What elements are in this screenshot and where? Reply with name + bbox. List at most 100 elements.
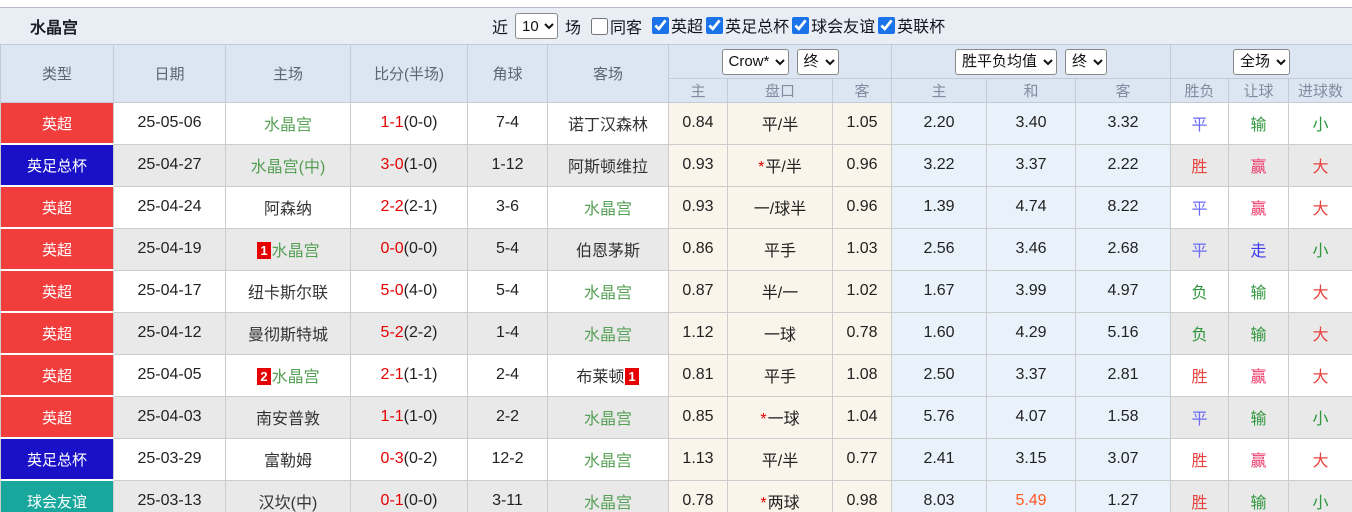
mean-home-cell: 1.39: [891, 185, 988, 229]
team-name: 水晶宫: [583, 201, 632, 218]
home-team-cell: 富勒姆: [225, 437, 351, 481]
team-name: 南安普敦: [255, 411, 320, 428]
mean-draw-cell: 3.37: [986, 143, 1077, 187]
competition-label: 英联杯: [897, 19, 946, 37]
home-team-cell: 2 水晶宫: [225, 353, 351, 397]
corners-cell: 5-4: [467, 269, 548, 313]
odds-away-cell: 1.03: [831, 227, 893, 271]
same-away-checkbox[interactable]: [591, 17, 609, 35]
mean-home-cell: 5.76: [891, 395, 988, 439]
team-name: 布莱顿: [576, 369, 625, 386]
result-handicap-cell: 走: [1228, 227, 1290, 271]
halftime-score: (1-1): [403, 366, 438, 383]
mean-away-cell: 3.32: [1075, 102, 1172, 145]
score-cell: 5-2(2-2): [350, 311, 468, 355]
halftime-score: (0-2): [403, 450, 438, 467]
result-handicap-cell: 输: [1228, 102, 1290, 145]
odds-away-cell: 1.04: [831, 395, 893, 439]
col-header-type: 类型: [0, 44, 114, 103]
league-type-cell: 英超: [0, 354, 114, 397]
date-cell: 25-03-13: [113, 479, 226, 512]
mean-away-cell: 8.22: [1075, 185, 1172, 229]
scope-select[interactable]: 全场: [1233, 48, 1291, 75]
fulltime-score: 5-0: [380, 282, 404, 299]
competition-filter[interactable]: 英足总杯: [706, 13, 789, 37]
odds-state-select[interactable]: 终: [796, 48, 839, 75]
result-goals-cell: 小: [1288, 227, 1352, 271]
competition-label: 英足总杯: [725, 19, 790, 37]
competition-checkbox[interactable]: [652, 16, 670, 34]
red-card-badge: 1: [625, 368, 639, 385]
odds-home-cell: 0.93: [668, 143, 728, 187]
competition-checkbox[interactable]: [792, 16, 810, 34]
subcol-odds-away: 客: [831, 78, 893, 103]
recent-count-select[interactable]: 10: [515, 13, 559, 39]
league-type-cell: 英超: [0, 270, 114, 313]
mean-type-select[interactable]: 胜平负均值: [955, 48, 1058, 75]
table-row: 英超 25-04-19 1 水晶宫 0-0(0-0) 5-4 伯恩茅斯 0.86 平手 1.03 2…: [0, 227, 1352, 271]
mean-home-cell: 3.22: [891, 143, 988, 187]
competition-filter[interactable]: 英联杯: [878, 13, 945, 37]
mean-select-group: 胜平负均值 终: [891, 44, 1172, 79]
red-card-badge: 2: [257, 368, 271, 385]
mean-away-cell: 1.27: [1075, 479, 1172, 512]
fulltime-score: 2-2: [380, 198, 404, 215]
competition-filters: 英超 英足总杯 球会友谊 英联杯: [649, 13, 945, 39]
table-row: 英超 25-04-05 2 水晶宫 2-1(1-1) 2-4 布莱顿 1 0.81 平手 1.08 2…: [0, 353, 1352, 397]
handicap-line-cell: *一球: [727, 395, 833, 439]
same-away-filter[interactable]: 同客: [591, 14, 642, 38]
halftime-score: (0-0): [403, 492, 438, 509]
score-cell: 0-0(0-0): [350, 227, 468, 271]
result-goals-cell: 大: [1288, 185, 1352, 229]
result-handicap-cell: 输: [1228, 269, 1290, 313]
team-name: 水晶宫: [583, 453, 632, 470]
mean-draw-cell: 4.07: [986, 395, 1077, 439]
team-name: 富勒姆: [263, 453, 312, 470]
mean-state-select[interactable]: 终: [1065, 48, 1108, 75]
team-name: 水晶宫: [263, 117, 312, 135]
competition-filter[interactable]: 英超: [652, 13, 703, 37]
result-handicap-cell: 赢: [1228, 437, 1290, 481]
subcol-handicap-result: 让球: [1228, 78, 1290, 103]
mean-draw-cell: 3.37: [986, 353, 1077, 397]
mean-draw-cell: 4.74: [986, 185, 1077, 229]
result-goals-cell: 小: [1288, 479, 1352, 512]
away-team-cell: 布莱顿 1: [547, 353, 669, 397]
competition-checkbox[interactable]: [706, 16, 724, 34]
result-outcome-cell: 胜: [1170, 353, 1230, 397]
league-type-cell: 英超: [0, 312, 114, 355]
mean-draw-cell: 3.46: [986, 227, 1077, 271]
team-name: 曼彻斯特城: [247, 327, 328, 344]
league-type-cell: 英超: [0, 186, 114, 229]
star-marker: *: [758, 159, 765, 176]
col-header-home: 主场: [225, 44, 351, 103]
mean-away-cell: 3.07: [1075, 437, 1172, 481]
odds-away-cell: 0.98: [831, 479, 893, 512]
corners-cell: 5-4: [467, 227, 548, 271]
home-team-cell: 汉坎(中): [225, 479, 351, 512]
odds-home-cell: 1.13: [668, 437, 728, 481]
competition-label: 英超: [671, 19, 704, 37]
mean-away-cell: 5.16: [1075, 311, 1172, 355]
result-handicap-cell: 输: [1228, 395, 1290, 439]
home-team-cell: 阿森纳: [225, 185, 351, 229]
team-name: 纽卡斯尔联: [247, 285, 328, 302]
away-team-cell: 伯恩茅斯: [547, 227, 669, 271]
top-strip: [0, 0, 1352, 7]
subcol-goals: 进球数: [1288, 78, 1352, 103]
date-cell: 25-04-17: [113, 269, 226, 313]
competition-checkbox[interactable]: [878, 16, 896, 34]
result-outcome-cell: 负: [1170, 311, 1230, 355]
handicap-line-cell: 平手: [727, 353, 833, 397]
competition-filter[interactable]: 球会友谊: [792, 13, 875, 37]
fulltime-score: 0-1: [380, 492, 404, 509]
home-team-cell: 曼彻斯特城: [225, 311, 351, 355]
odds-company-select[interactable]: Crow*: [721, 48, 789, 75]
halftime-score: (4-0): [403, 282, 438, 299]
halftime-score: (0-0): [403, 240, 438, 257]
odds-home-cell: 0.93: [668, 185, 728, 229]
date-cell: 25-04-12: [113, 311, 226, 355]
match-history-panel: 水晶宫 近 10 场 同客 英超英足总杯球会友谊英联杯 类型 日期 主场: [0, 0, 1352, 512]
result-goals-cell: 大: [1288, 437, 1352, 481]
match-table-body: 英超 25-05-06 水晶宫 1-1(0-0) 7-4 诺丁汉森林 0.84 平/半 1.05…: [0, 102, 1352, 512]
